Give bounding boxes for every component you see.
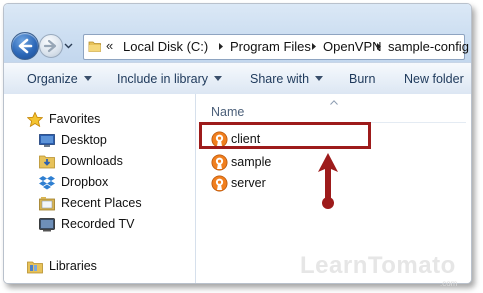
organize-label: Organize [27,72,78,86]
recent-places-icon [39,197,55,211]
watermark-suffix: .com [440,279,458,288]
new-folder-button[interactable]: New folder [404,72,464,86]
burn-button[interactable]: Burn [349,72,375,86]
breadcrumb-sample-config[interactable]: sample-config [388,39,469,54]
forward-arrow-icon [43,39,57,53]
forward-button[interactable] [39,34,63,58]
nav-libraries-label: Libraries [49,259,97,273]
back-arrow-icon [18,38,33,54]
sort-ascending-icon [330,100,338,105]
downloads-folder-icon [39,155,55,169]
share-with-button[interactable]: Share with [250,72,324,86]
breadcrumb-separator-icon[interactable] [376,42,382,51]
breadcrumb-overflow[interactable]: « [106,38,113,53]
folder-icon [88,41,101,52]
nav-item-label: Recent Places [61,196,142,210]
chevron-down-icon [214,76,223,81]
annotation-arrow-icon [318,153,338,209]
dropbox-icon [39,176,55,190]
nav-item-dropbox[interactable]: Dropbox [4,173,195,193]
nav-favorites[interactable]: Favorites [4,110,195,130]
file-row-server[interactable]: server [211,175,411,193]
command-bar: Organize Include in library Share with B… [4,62,471,95]
openvpn-config-icon [211,175,228,192]
chevron-down-icon [83,76,92,81]
organize-button[interactable]: Organize [27,72,92,86]
address-row: « Local Disk (C:) Program Files OpenVPN … [4,4,471,62]
breadcrumb-program-files[interactable]: Program Files [230,39,311,54]
breadcrumb-separator-icon[interactable] [311,42,317,51]
libraries-icon [27,261,43,274]
highlight-box [199,122,371,149]
file-name: server [231,176,266,190]
recent-pages-dropdown-icon[interactable] [64,41,73,50]
breadcrumb-separator-icon[interactable] [218,42,224,51]
navigation-pane: Favorites Desktop Downloads Dropbox Rece… [4,94,196,283]
nav-favorites-label: Favorites [49,112,101,126]
star-icon [27,112,43,127]
breadcrumb-openvpn[interactable]: OpenVPN [323,39,382,54]
nav-item-downloads[interactable]: Downloads [4,152,195,172]
file-name: sample [231,155,272,169]
back-button[interactable] [11,32,39,60]
column-header-name[interactable]: Name [211,105,244,119]
desktop-icon [39,134,55,147]
include-in-library-label: Include in library [117,72,209,86]
nav-item-desktop[interactable]: Desktop [4,131,195,151]
nav-item-recent-places[interactable]: Recent Places [4,194,195,214]
include-in-library-button[interactable]: Include in library [117,72,223,86]
nav-libraries[interactable]: Libraries [4,257,195,277]
address-bar[interactable]: « Local Disk (C:) Program Files OpenVPN … [83,34,469,60]
breadcrumb-local-disk[interactable]: Local Disk (C:) [123,39,208,54]
nav-item-recorded-tv[interactable]: Recorded TV [4,215,195,235]
openvpn-config-icon [211,154,228,171]
nav-item-label: Downloads [61,154,123,168]
file-row-sample[interactable]: sample [211,154,411,172]
recorded-tv-icon [39,218,55,232]
nav-item-label: Desktop [61,133,107,147]
nav-item-label: Recorded TV [61,217,135,231]
chevron-down-icon [315,76,324,81]
watermark-logo: LearnTomato [300,252,456,279]
nav-item-label: Dropbox [61,175,109,189]
share-with-label: Share with [250,72,310,86]
